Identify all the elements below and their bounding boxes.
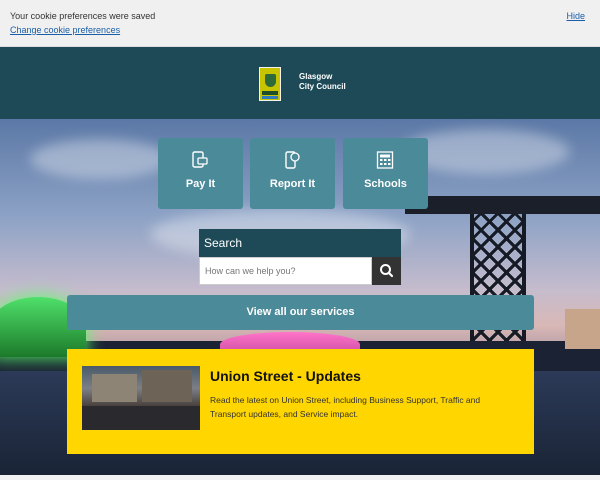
feature-title[interactable]: Union Street - Updates [210, 368, 361, 384]
search-icon [380, 264, 394, 278]
report-it-label: Report It [269, 178, 316, 190]
view-all-services-button[interactable]: View all our services [67, 295, 534, 330]
council-name[interactable]: Glasgow City Council [299, 72, 346, 92]
pay-card-icon [192, 151, 208, 168]
pay-it-label: Pay It [185, 178, 216, 190]
schools-label: Schools [364, 178, 407, 190]
change-cookie-preferences-link[interactable]: Change cookie preferences [10, 25, 120, 35]
brand-line-1: Glasgow [299, 72, 333, 81]
schools-tile[interactable]: Schools [343, 138, 428, 209]
feature-description: Read the latest on Union Street, includi… [210, 395, 481, 419]
search-title: Search [199, 229, 401, 257]
report-it-tile[interactable]: Report It [250, 138, 335, 209]
cookie-banner: Your cookie preferences were saved Chang… [0, 0, 600, 47]
council-logo-icon[interactable] [259, 67, 281, 101]
cookie-message: Your cookie preferences were saved [10, 11, 156, 21]
search-input[interactable] [199, 257, 372, 285]
calculator-icon [376, 151, 394, 169]
hide-cookie-banner-link[interactable]: Hide [566, 11, 585, 21]
page-bottom-strip [0, 475, 600, 480]
report-phone-icon [285, 151, 300, 169]
site-header: Glasgow City Council [0, 47, 600, 119]
search-panel: Search [199, 229, 401, 285]
search-button[interactable] [372, 257, 401, 285]
union-street-photo[interactable] [82, 366, 200, 430]
feature-card[interactable]: Union Street - Updates Read the latest o… [67, 349, 534, 454]
brand-line-2: City Council [299, 82, 346, 91]
pay-it-tile[interactable]: Pay It [158, 138, 243, 209]
